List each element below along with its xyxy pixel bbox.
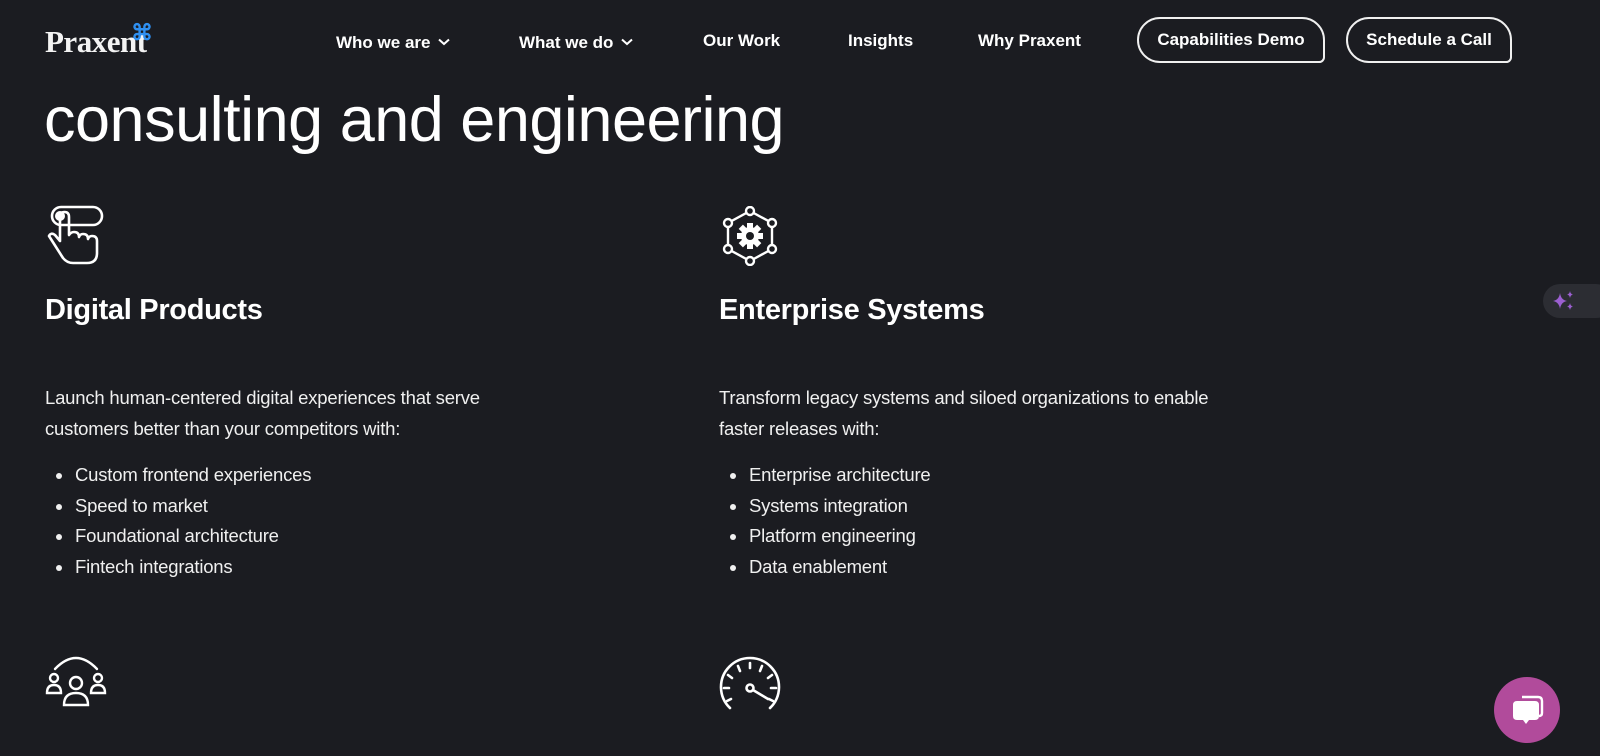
card-title: Digital Products	[45, 294, 263, 326]
sparkles-icon	[1551, 290, 1575, 317]
list-item: Speed to market	[45, 491, 311, 522]
card-description: Launch human-centered digital experience…	[45, 387, 480, 439]
capabilities-demo-button[interactable]: Capabilities Demo	[1137, 17, 1325, 63]
card-description: Transform legacy systems and siloed orga…	[719, 387, 1209, 439]
nav-our-work[interactable]: Our Work	[703, 31, 780, 51]
chevron-down-icon	[621, 31, 634, 51]
nav-label: Who we are	[336, 33, 431, 52]
nav-insights[interactable]: Insights	[848, 31, 913, 51]
card-feature-list: Custom frontend experiences Speed to mar…	[45, 460, 311, 582]
ai-assistant-tab[interactable]	[1543, 284, 1600, 318]
hero-headline: consulting and engineering	[44, 85, 785, 155]
team-arc-icon	[45, 655, 107, 716]
chat-button[interactable]	[1494, 677, 1560, 743]
card-title: Enterprise Systems	[719, 294, 985, 326]
command-key-icon: ⌘	[131, 20, 153, 45]
list-item: Custom frontend experiences	[45, 460, 311, 491]
list-item: Data enablement	[719, 552, 931, 583]
nav-why-praxent[interactable]: Why Praxent	[978, 31, 1081, 51]
hand-pointer-toggle-icon	[47, 205, 105, 272]
list-item: Enterprise architecture	[719, 460, 931, 491]
nav-who-we-are[interactable]: Who we are	[336, 31, 451, 53]
list-item: Platform engineering	[719, 521, 931, 552]
card-feature-list: Enterprise architecture Systems integrat…	[719, 460, 931, 582]
speedometer-icon	[718, 655, 782, 720]
nav-what-we-do[interactable]: What we do	[519, 31, 634, 53]
site-header: Praxent ⌘ Who we are What we do Our Work…	[0, 0, 1600, 84]
schedule-call-button[interactable]: Schedule a Call	[1346, 17, 1512, 63]
chat-bubbles-icon	[1511, 694, 1545, 731]
list-item: Fintech integrations	[45, 552, 311, 583]
list-item: Foundational architecture	[45, 521, 311, 552]
chevron-down-icon	[438, 31, 451, 51]
nav-label: What we do	[519, 33, 614, 52]
list-item: Systems integration	[719, 491, 931, 522]
gear-network-icon	[720, 205, 780, 271]
